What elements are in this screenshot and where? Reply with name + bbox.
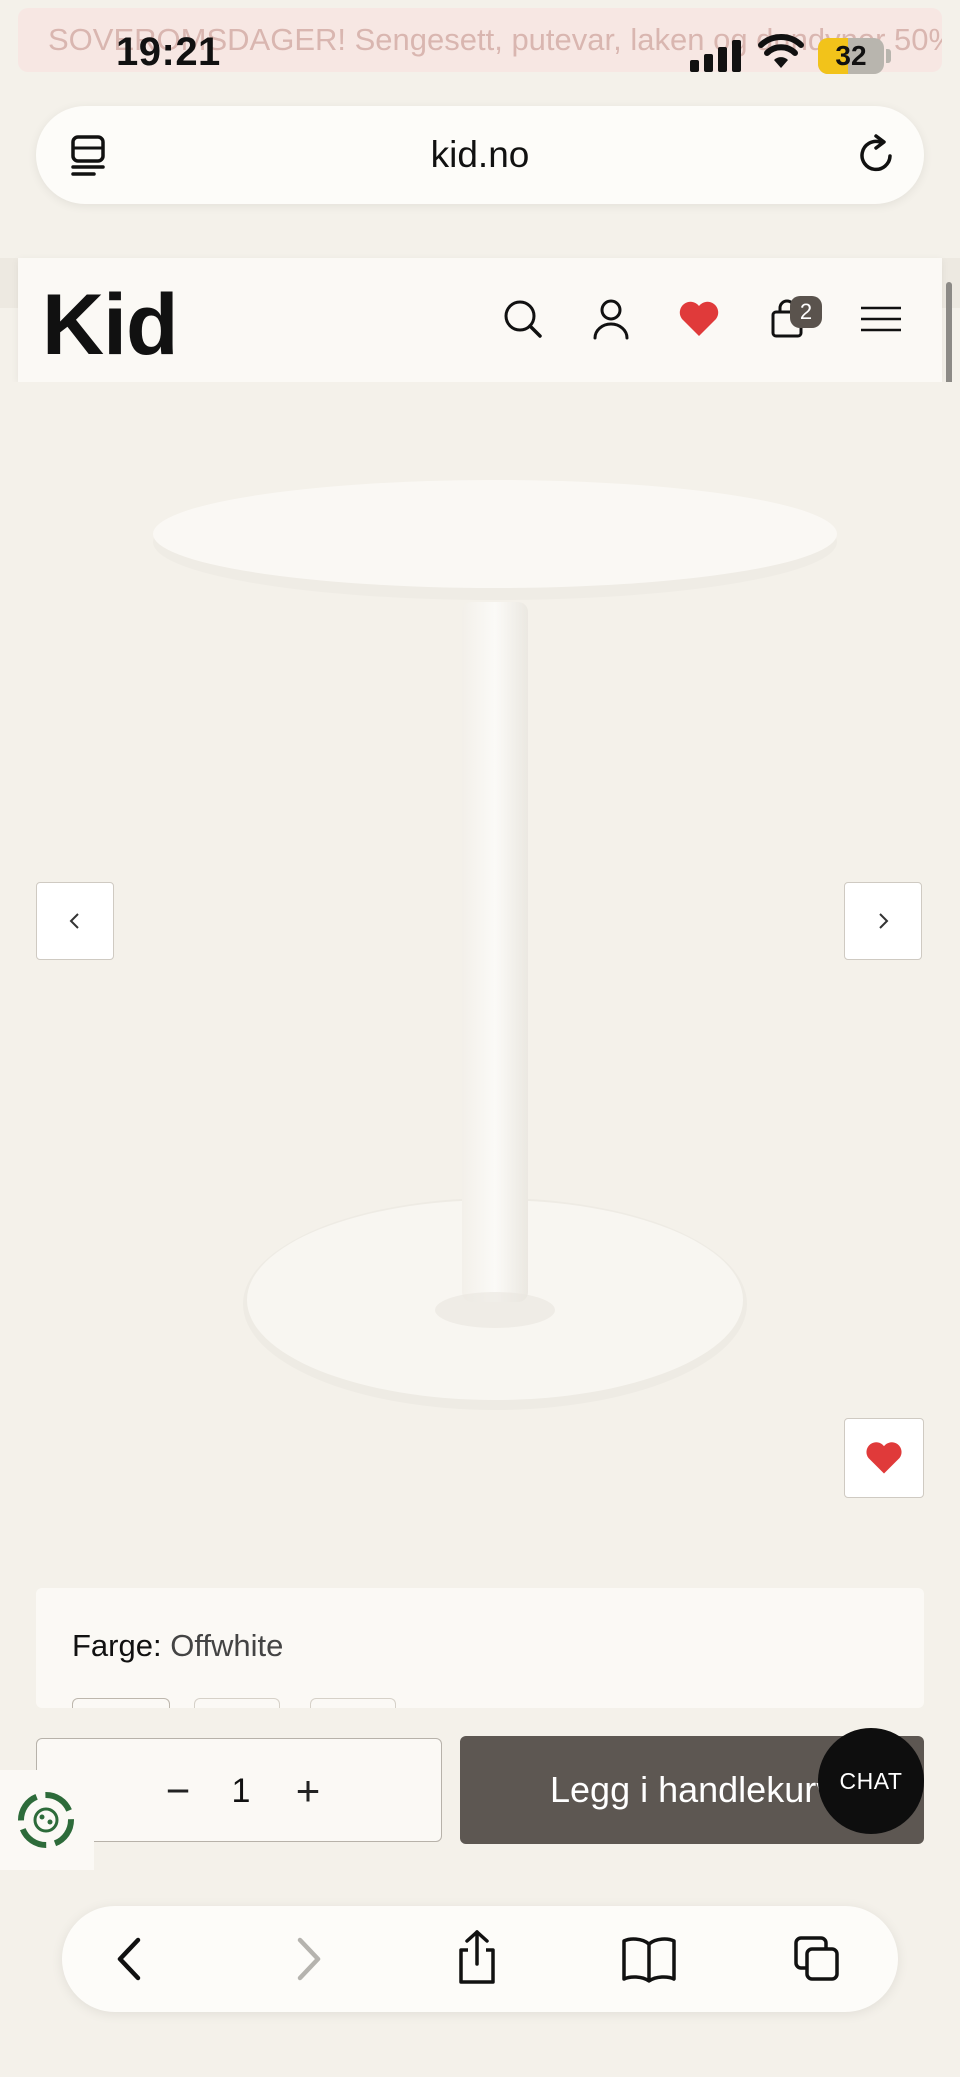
product-image[interactable] [0, 382, 960, 1542]
site-logo[interactable]: Kid [42, 276, 179, 375]
recycle-icon [18, 1792, 74, 1848]
chevron-right-icon[interactable] [844, 882, 922, 960]
user-icon[interactable] [588, 296, 634, 342]
color-swatch[interactable] [310, 1698, 396, 1708]
cellular-signal-icon [690, 38, 742, 72]
status-time: 19:21 [116, 30, 221, 74]
chevron-left-icon[interactable] [36, 882, 114, 960]
purchase-bar: − 1 + Legg i handlekurv [0, 1708, 960, 1892]
chat-button[interactable]: CHAT [818, 1728, 924, 1834]
heart-icon [866, 1442, 902, 1474]
forward-icon[interactable] [282, 1934, 332, 1984]
recycle-badge[interactable] [0, 1770, 94, 1870]
bookmarks-icon[interactable] [620, 1934, 678, 1984]
color-value: Offwhite [170, 1628, 284, 1663]
back-icon[interactable] [106, 1934, 156, 1984]
heart-icon[interactable] [676, 296, 722, 342]
reload-icon[interactable] [854, 132, 898, 178]
battery-level: 32 [835, 40, 867, 71]
search-icon[interactable] [500, 296, 546, 342]
wifi-icon [758, 34, 804, 68]
menu-icon[interactable] [858, 296, 904, 342]
address-bar[interactable]: kid.no [36, 106, 924, 204]
battery-cap [886, 49, 891, 63]
color-swatch[interactable] [72, 1698, 170, 1708]
cart-count-badge: 2 [790, 296, 822, 328]
decrease-quantity-button[interactable]: − [155, 1761, 201, 1821]
color-label: Farge: [72, 1628, 162, 1663]
increase-quantity-button[interactable]: + [285, 1761, 331, 1821]
color-selector: Farge: Offwhite [36, 1588, 924, 1708]
add-to-wishlist-button[interactable] [844, 1418, 924, 1498]
quantity-value[interactable]: 1 [221, 1761, 261, 1821]
share-icon[interactable] [452, 1928, 502, 1986]
browser-toolbar [62, 1906, 898, 2012]
color-swatch[interactable] [194, 1698, 280, 1708]
battery-icon: 32 [818, 38, 884, 74]
quantity-stepper: − 1 + [36, 1738, 442, 1842]
tabs-overview-icon[interactable] [792, 1934, 842, 1984]
url-text[interactable]: kid.no [36, 106, 924, 204]
color-row: Farge: Offwhite [72, 1628, 283, 1664]
